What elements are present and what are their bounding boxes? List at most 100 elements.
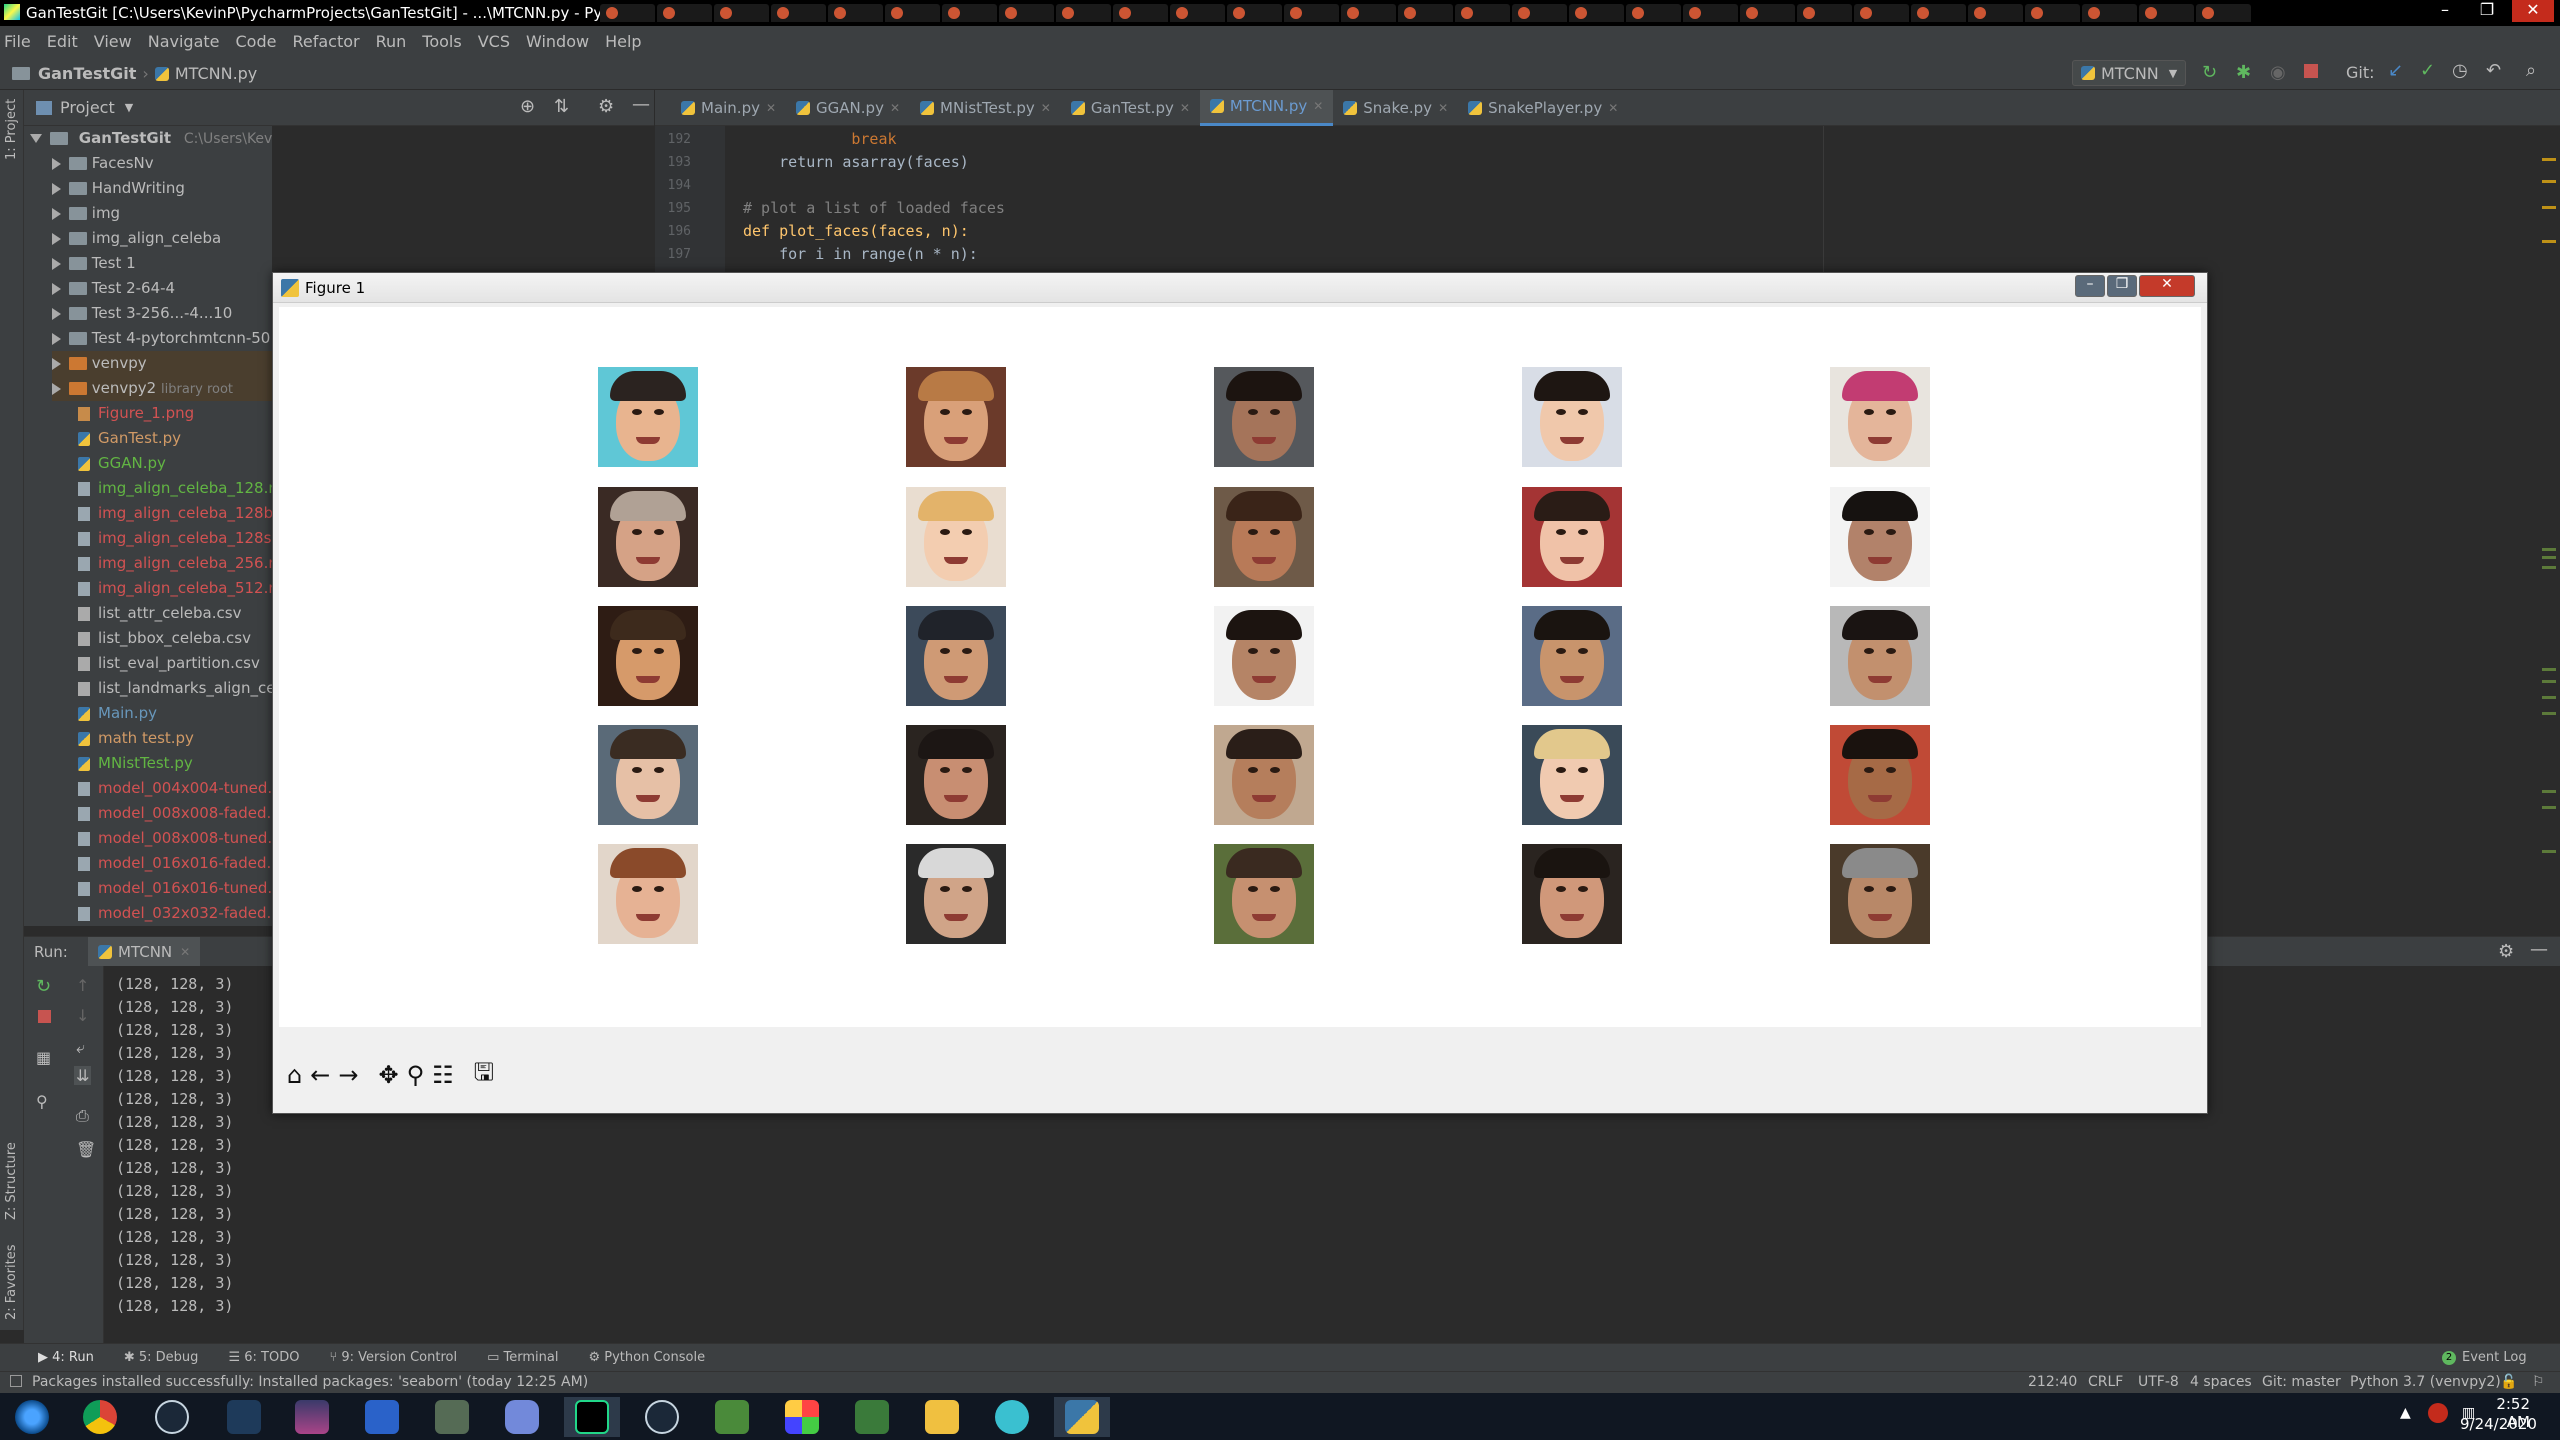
tree-folder[interactable]: HandWriting (52, 176, 185, 201)
tool-version-control[interactable]: ⑂ 9: Version Control (329, 1350, 457, 1365)
up-arrow-icon[interactable]: ↑ (76, 976, 89, 995)
menu-file[interactable]: File (4, 32, 31, 51)
figure-canvas[interactable] (279, 307, 2201, 1027)
close-tab-icon[interactable]: ✕ (1180, 101, 1190, 115)
side-tab-project[interactable]: 1: Project (4, 99, 19, 160)
tray-app-icon[interactable] (2428, 1403, 2448, 1423)
tree-file[interactable]: img_align_celeba_128.np (78, 476, 272, 501)
menu-code[interactable]: Code (236, 32, 277, 51)
tree-file[interactable]: img_align_celeba_128big (78, 501, 272, 526)
close-tab-icon[interactable]: ✕ (180, 945, 190, 959)
discord-taskbar-icon[interactable] (494, 1397, 550, 1437)
close-tab-icon[interactable]: ✕ (1313, 99, 1323, 113)
tab-mtcnn[interactable]: MTCNN.py ✕ (1199, 89, 1334, 126)
breadcrumb-project[interactable]: GanTestGit (38, 64, 136, 83)
event-log[interactable]: 2 Event Log (2442, 1350, 2527, 1365)
side-tab-favorites[interactable]: 2: Favorites (4, 1244, 19, 1320)
cursor-position[interactable]: 212:40 (2028, 1374, 2077, 1390)
zoom-icon[interactable]: ⚲ (407, 1061, 425, 1089)
python-taskbar-icon[interactable] (1054, 1397, 1110, 1437)
explorer-taskbar-icon[interactable] (914, 1397, 970, 1437)
tree-file[interactable]: model_016x016-faded.h5 (78, 851, 272, 876)
collapse-all-icon[interactable]: ⇅ (554, 96, 569, 117)
coverage-icon[interactable]: ◉ (2270, 62, 2286, 83)
maximize-button[interactable]: ❐ (2466, 0, 2508, 22)
layout-icon[interactable]: ▦ (36, 1048, 51, 1067)
tree-file[interactable]: list_attr_celeba.csv (78, 601, 241, 626)
rollback-icon[interactable]: ↶ (2486, 60, 2501, 81)
tree-file[interactable]: model_032x032-faded.h5 (78, 901, 272, 926)
menu-window[interactable]: Window (526, 32, 589, 51)
menu-view[interactable]: View (94, 32, 132, 51)
tree-folder[interactable]: img (52, 201, 120, 226)
menu-run[interactable]: Run (376, 32, 407, 51)
minimize-button[interactable]: – (2424, 0, 2466, 22)
close-tab-icon[interactable]: ✕ (1438, 101, 1448, 115)
app-taskbar-icon[interactable] (216, 1397, 272, 1437)
menu-tools[interactable]: Tools (422, 32, 461, 51)
tree-folder[interactable]: venvpy2 library root (52, 376, 272, 401)
print-icon[interactable]: ⎙ (76, 1106, 89, 1126)
pycharm-taskbar-icon[interactable] (564, 1397, 620, 1437)
close-tab-icon[interactable]: ✕ (1608, 101, 1618, 115)
app-taskbar-icon[interactable] (704, 1397, 760, 1437)
tab-snakeplayer[interactable]: SnakePlayer.py ✕ (1458, 90, 1628, 126)
figure-minimize-button[interactable]: – (2075, 275, 2105, 297)
tree-folder[interactable]: FacesNv (52, 151, 154, 176)
tree-file[interactable]: GanTest.py (78, 426, 181, 451)
tree-file[interactable]: img_align_celeba_256.np (78, 551, 272, 576)
tray-chevron-icon[interactable]: ▲ (2400, 1405, 2411, 1421)
tree-folder[interactable]: Test 1 (52, 251, 136, 276)
tree-folder[interactable]: Test 4-pytorchmtcnn-50 (52, 326, 270, 351)
configure-icon[interactable]: ☷ (432, 1061, 454, 1089)
home-icon[interactable]: ⌂ (287, 1061, 302, 1089)
menu-help[interactable]: Help (605, 32, 641, 51)
tab-snake[interactable]: Snake.py ✕ (1333, 90, 1458, 126)
tree-file[interactable]: GGAN.py (78, 451, 166, 476)
debug-icon[interactable]: ✱ (2236, 62, 2251, 83)
tree-file[interactable]: model_008x008-tuned.h5 (78, 826, 272, 851)
chrome-taskbar-icon[interactable] (72, 1397, 128, 1437)
git-commit-icon[interactable]: ✓ (2420, 60, 2435, 81)
app-taskbar-icon[interactable] (354, 1397, 410, 1437)
tree-file[interactable]: MNistTest.py (78, 751, 193, 776)
tree-file[interactable]: model_004x004-tuned.h5 (78, 776, 272, 801)
rerun-icon[interactable]: ↻ (36, 976, 51, 997)
close-tab-icon[interactable]: ✕ (1041, 101, 1051, 115)
tree-folder[interactable]: venvpy (52, 351, 272, 376)
close-button[interactable]: ✕ (2512, 0, 2554, 22)
git-branch[interactable]: Git: master (2262, 1374, 2341, 1390)
steam-taskbar-icon[interactable] (634, 1397, 690, 1437)
paint-taskbar-icon[interactable] (774, 1397, 830, 1437)
tab-ggan[interactable]: GGAN.py ✕ (786, 90, 910, 126)
lock-icon[interactable]: 🔓 (2500, 1374, 2517, 1390)
tab-main[interactable]: Main.py ✕ (671, 90, 786, 126)
app-taskbar-icon[interactable] (844, 1397, 900, 1437)
run-config-select[interactable]: MTCNN (2101, 64, 2159, 83)
app-taskbar-icon[interactable] (424, 1397, 480, 1437)
save-icon[interactable]: 🖫 (474, 1055, 494, 1096)
trash-icon[interactable]: 🗑 (76, 1140, 96, 1159)
tree-file[interactable]: img_align_celeba_512.np (78, 576, 272, 601)
indent-setting[interactable]: 4 spaces (2190, 1374, 2252, 1390)
search-icon[interactable]: ⌕ (2526, 60, 2536, 81)
down-arrow-icon[interactable]: ↓ (76, 1006, 89, 1025)
figure-close-button[interactable]: ✕ (2139, 275, 2195, 297)
steam-taskbar-icon[interactable] (144, 1397, 200, 1437)
tree-folder[interactable]: Test 2-64-4 (52, 276, 175, 301)
run-tab-mtcnn[interactable]: MTCNN (118, 943, 172, 961)
line-separator[interactable]: CRLF (2088, 1374, 2123, 1390)
side-tab-structure[interactable]: Z: Structure (4, 1142, 19, 1220)
tab-gantest[interactable]: GanTest.py ✕ (1061, 90, 1200, 126)
stop-icon[interactable] (2304, 64, 2318, 78)
pan-icon[interactable]: ✥ (378, 1061, 398, 1089)
start-button[interactable] (4, 1397, 60, 1437)
menu-navigate[interactable]: Navigate (148, 32, 220, 51)
git-update-icon[interactable]: ↙ (2388, 60, 2403, 81)
menu-vcs[interactable]: VCS (478, 32, 510, 51)
tree-file[interactable]: Figure_1.png (78, 401, 194, 426)
app-taskbar-icon[interactable] (284, 1397, 340, 1437)
gear-icon[interactable]: ⚙ (2498, 941, 2514, 962)
app-taskbar-icon[interactable] (984, 1397, 1040, 1437)
project-panel-title[interactable]: Project (60, 98, 115, 117)
